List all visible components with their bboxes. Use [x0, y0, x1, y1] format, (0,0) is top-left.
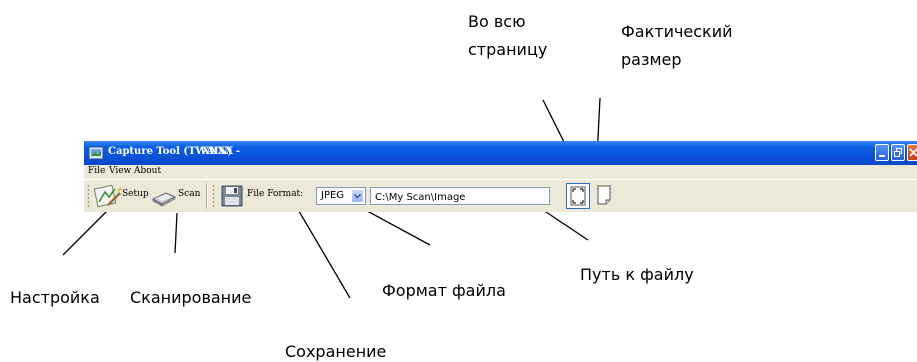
toolbar-separator [206, 183, 208, 209]
scanner-icon [152, 192, 176, 207]
toolbar-grip[interactable] [212, 184, 215, 208]
fit-page-button[interactable] [566, 183, 590, 209]
title-bar[interactable]: Capture Tool (TWAIN) - XXXX [84, 141, 917, 165]
toolbar: Setup Scan File Format: JPEG C:\My Scan\… [84, 179, 917, 212]
toolbar-grip[interactable] [87, 184, 90, 208]
file-format-value: JPEG [321, 190, 345, 201]
scan-label: Scan [178, 189, 201, 199]
file-format-label: File Format: [247, 189, 304, 199]
actual-size-page-icon [597, 185, 611, 205]
close-icon [909, 148, 917, 157]
actual-size-button[interactable] [593, 183, 617, 209]
capture-tool-window: Capture Tool (TWAIN) - XXXX File View Ab… [84, 141, 917, 212]
menu-about[interactable]: About [134, 166, 161, 176]
capture-tool-icon [88, 146, 104, 160]
restore-icon [894, 148, 902, 157]
setup-icon [94, 184, 122, 208]
callout-line-file-path [539, 207, 589, 241]
window-document-name: XXXX [202, 146, 234, 157]
callout-line-scan [174, 212, 178, 254]
minimize-icon [879, 155, 885, 157]
file-format-select[interactable]: JPEG [316, 187, 366, 205]
chevron-down-icon [353, 193, 362, 199]
fit-page-icon [570, 186, 586, 206]
floppy-disk-icon [221, 185, 243, 207]
setup-label: Setup [122, 189, 149, 199]
menu-view[interactable]: View [109, 166, 131, 176]
minimize-button[interactable] [875, 144, 889, 161]
close-button[interactable] [907, 144, 917, 161]
menu-file[interactable]: File [88, 166, 105, 176]
file-format-dropdown-button[interactable] [351, 189, 364, 203]
maximize-button[interactable] [891, 144, 905, 161]
file-path-input[interactable] [370, 187, 550, 205]
callout-line-save [292, 200, 351, 299]
menu-bar: File View About [84, 165, 917, 179]
